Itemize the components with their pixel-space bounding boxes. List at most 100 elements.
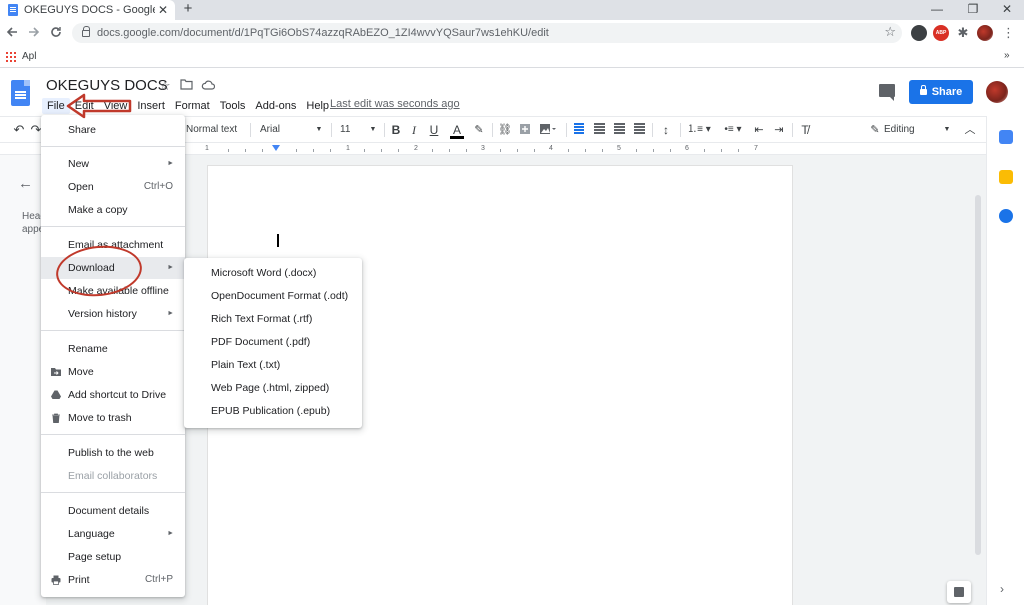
align-right-icon[interactable] (614, 121, 626, 139)
vertical-scrollbar[interactable] (974, 155, 982, 605)
menu-addons[interactable]: Add-ons (250, 98, 301, 114)
font-size-select[interactable]: 11 (340, 123, 356, 137)
close-window-button[interactable]: ✕ (990, 0, 1024, 20)
bookmark-star-icon[interactable]: ☆ (884, 24, 896, 40)
bookmarks-more-icon[interactable]: » (1004, 50, 1010, 61)
ruler-number: 1 (205, 145, 209, 152)
link-icon[interactable]: ⛓ (498, 123, 512, 137)
add-comment-icon[interactable] (518, 123, 532, 137)
underline-button[interactable]: U (428, 123, 440, 137)
tasks-icon[interactable] (999, 209, 1013, 223)
calendar-icon[interactable] (999, 130, 1013, 144)
download-html[interactable]: Web Page (.html, zipped) (184, 377, 362, 400)
menu-tools[interactable]: Tools (215, 98, 251, 114)
browser-tab[interactable]: OKEGUYS DOCS - Google Docs ✕ (0, 0, 175, 20)
undo-icon[interactable]: ↶ (12, 123, 26, 137)
bold-button[interactable]: B (390, 123, 402, 137)
text-color-button[interactable]: A (450, 123, 464, 139)
editing-mode-select[interactable]: Editing (884, 123, 924, 137)
numbered-list-icon[interactable]: ⒈≡ ▾ (686, 123, 712, 137)
new-tab-button[interactable]: + (179, 0, 197, 20)
size-dropdown-icon[interactable]: ▼ (368, 123, 378, 137)
file-menu-version-history[interactable]: Version history ► (41, 303, 185, 325)
file-menu: Share New ► Open Ctrl+O Make a copy Email … (41, 115, 185, 597)
reload-button[interactable] (46, 23, 66, 43)
file-menu-print[interactable]: Print Ctrl+P (41, 569, 185, 591)
bulleted-list-icon[interactable]: •≡ ▾ (720, 123, 746, 137)
file-menu-make-copy[interactable]: Make a copy (41, 199, 185, 221)
font-dropdown-icon[interactable]: ▼ (314, 123, 324, 137)
star-icon[interactable]: ☆ (159, 78, 171, 94)
submenu-arrow-icon: ► (167, 310, 174, 317)
font-select[interactable]: Arial (260, 123, 310, 137)
file-menu-page-setup[interactable]: Page setup (41, 546, 185, 568)
download-pdf[interactable]: PDF Document (.pdf) (184, 331, 362, 354)
menu-insert[interactable]: Insert (132, 98, 170, 114)
arrow-left-icon[interactable]: ← (18, 175, 33, 192)
address-bar[interactable]: docs.google.com/document/d/1PqTGi6ObS74a… (72, 23, 902, 43)
ruler-track: 1 1 2 3 4 5 6 7 (205, 145, 792, 153)
file-menu-trash[interactable]: Move to trash (41, 407, 185, 429)
paragraph-style-select[interactable]: Normal text (186, 123, 238, 137)
browser-menu-icon[interactable]: ⋮ (1002, 25, 1015, 41)
file-menu-rename[interactable]: Rename (41, 338, 185, 360)
download-rtf[interactable]: Rich Text Format (.rtf) (184, 308, 362, 331)
minimize-button[interactable]: — (920, 0, 954, 20)
last-edit-link[interactable]: Last edit was seconds ago (330, 98, 460, 110)
drive-shortcut-icon (51, 390, 61, 399)
download-txt[interactable]: Plain Text (.txt) (184, 354, 362, 377)
file-menu-open[interactable]: Open Ctrl+O (41, 176, 185, 198)
restore-button[interactable]: ❐ (956, 0, 990, 20)
align-left-icon[interactable] (574, 121, 586, 139)
account-avatar[interactable] (986, 81, 1008, 103)
insert-image-icon[interactable] (538, 123, 558, 137)
move-folder-icon[interactable] (180, 78, 193, 93)
comment-history-icon[interactable] (879, 84, 895, 101)
left-indent-marker[interactable] (272, 145, 280, 151)
file-menu-publish[interactable]: Publish to the web (41, 442, 185, 464)
download-odt[interactable]: OpenDocument Format (.odt) (184, 285, 362, 308)
mode-dropdown-icon[interactable]: ▼ (942, 123, 952, 137)
lock-icon (919, 85, 927, 95)
keep-icon[interactable] (999, 170, 1013, 184)
document-outline-panel: ← Head appe (0, 155, 46, 605)
file-menu-document-details[interactable]: Document details (41, 500, 185, 522)
ruler-number: 3 (481, 145, 485, 152)
download-epub[interactable]: EPUB Publication (.epub) (184, 400, 362, 423)
file-menu-move[interactable]: Move (41, 361, 185, 383)
file-menu-language[interactable]: Language ► (41, 523, 185, 545)
align-center-icon[interactable] (594, 121, 606, 139)
profile-avatar[interactable] (977, 25, 993, 41)
file-menu-new[interactable]: New ► (41, 153, 185, 175)
share-button[interactable]: Share (909, 80, 973, 104)
back-button[interactable] (2, 23, 22, 43)
close-tab-icon[interactable]: ✕ (155, 3, 171, 17)
ruler-number: 2 (414, 145, 418, 152)
highlight-pen-icon[interactable]: ✎ (472, 123, 486, 137)
explore-button[interactable] (947, 581, 971, 603)
align-justify-icon[interactable] (634, 121, 646, 139)
download-docx[interactable]: Microsoft Word (.docx) (184, 262, 362, 285)
bookmark-apps-label[interactable]: Apl (22, 51, 36, 62)
file-menu-share[interactable]: Share (41, 119, 185, 141)
clear-formatting-icon[interactable]: T̸ (798, 123, 812, 137)
increase-indent-icon[interactable]: ⇥ (772, 123, 786, 137)
extensions-puzzle-icon[interactable]: ✱ (955, 25, 971, 41)
decrease-indent-icon[interactable]: ⇤ (752, 123, 766, 137)
adblock-icon[interactable]: ABP (933, 25, 949, 41)
docs-logo-icon[interactable] (11, 80, 30, 106)
forward-button[interactable] (24, 23, 44, 43)
docs-favicon-icon (8, 4, 18, 16)
chevron-right-icon[interactable]: › (1000, 582, 1004, 596)
text-cursor (277, 234, 279, 247)
scrollbar-thumb[interactable] (975, 195, 981, 555)
lock-icon (82, 25, 90, 37)
extension-download-icon[interactable] (911, 25, 927, 41)
file-menu-add-shortcut[interactable]: Add shortcut to Drive (41, 384, 185, 406)
italic-button[interactable]: I (408, 123, 420, 137)
menu-format[interactable]: Format (170, 98, 215, 114)
address-text: docs.google.com/document/d/1PqTGi6ObS74a… (97, 27, 549, 39)
apps-grid-icon[interactable] (6, 52, 16, 62)
chevron-up-icon[interactable]: ︿ (964, 123, 976, 137)
line-spacing-icon[interactable]: ↕ (658, 123, 674, 137)
